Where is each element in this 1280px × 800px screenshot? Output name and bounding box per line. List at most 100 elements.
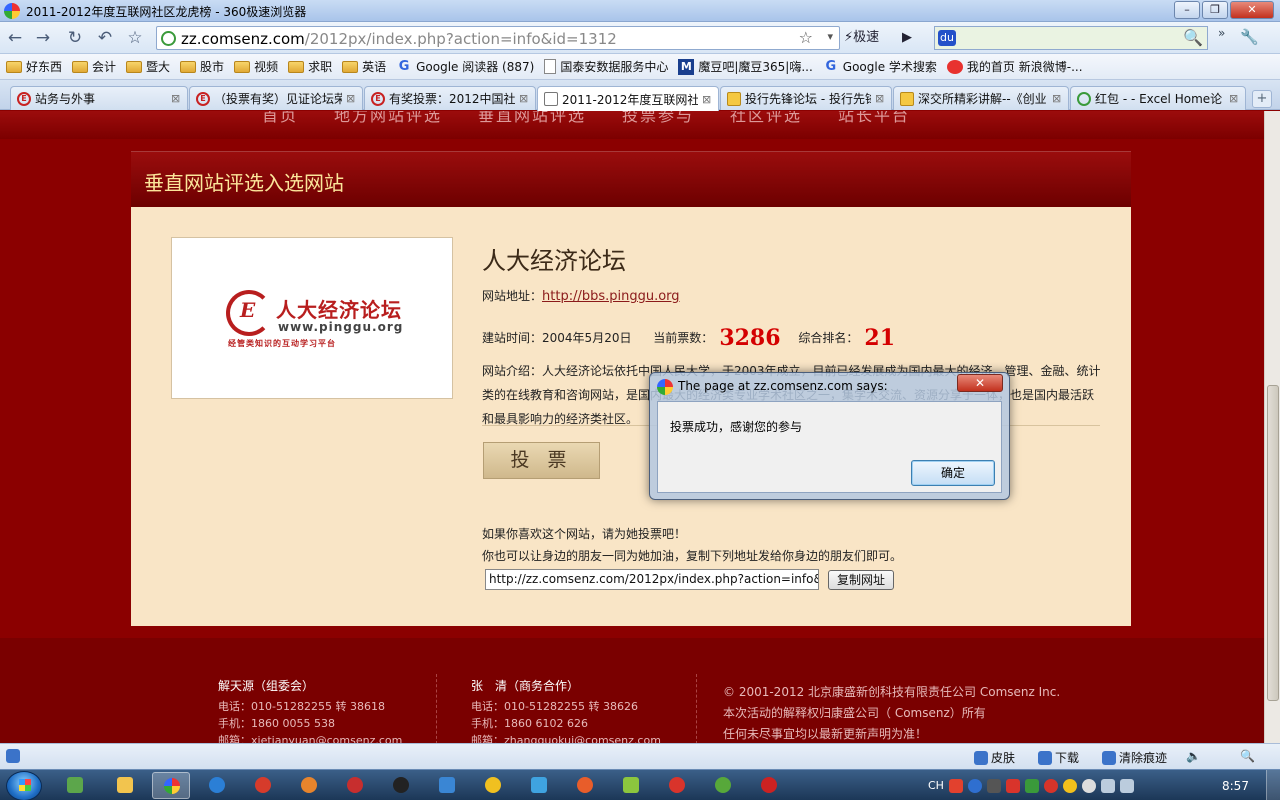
bookmark-item[interactable]: 视频	[234, 58, 278, 75]
app-tray-icon[interactable]	[1043, 778, 1058, 793]
app-icon	[439, 777, 455, 793]
show-desktop-button[interactable]	[1266, 770, 1280, 800]
tab-close-icon[interactable]: ⊠	[171, 92, 181, 105]
taskbar-app[interactable]	[612, 772, 650, 799]
bookmark-item[interactable]: 会计	[72, 58, 116, 75]
vote-button[interactable]: 投 票	[483, 442, 600, 479]
app-icon	[255, 777, 271, 793]
bookmark-item[interactable]: 英语	[342, 58, 386, 75]
bookmark-item[interactable]: G Google 学术搜索	[823, 58, 936, 75]
help-icon[interactable]	[967, 778, 982, 793]
app-icon	[761, 777, 777, 793]
window-controls: – ❐ ✕	[1174, 1, 1274, 19]
taskbar-app[interactable]	[428, 772, 466, 799]
tab-close-icon[interactable]: ⊠	[519, 92, 529, 105]
keyboard-icon[interactable]	[986, 778, 1001, 793]
share-url-input[interactable]: http://zz.comsenz.com/2012px/index.php?a…	[485, 569, 819, 590]
taskbar-app[interactable]	[566, 772, 604, 799]
tab-7[interactable]: 红包 - - Excel Home论 ⊠	[1070, 86, 1246, 110]
taskbar-app[interactable]	[474, 772, 512, 799]
tab-close-icon[interactable]: ⊠	[1229, 92, 1239, 105]
bookmark-item[interactable]: 暨大	[126, 58, 170, 75]
play-icon[interactable]: ▶	[902, 27, 922, 49]
site-nav-links[interactable]: 首页 地方网站评选 垂直网站评选 投票参与 社区评选 站长平台	[262, 111, 910, 126]
app-icon	[669, 777, 685, 793]
search-input[interactable]: du 🔍	[934, 26, 1208, 50]
new-tab-button[interactable]: +	[1252, 90, 1272, 108]
copyright-block: © 2001-2012 北京康盛新创科技有限责任公司 Comsenz Inc. …	[723, 685, 1061, 741]
download-button[interactable]: 下载	[1038, 749, 1079, 766]
taskbar-app[interactable]	[56, 772, 94, 799]
refresh-icon[interactable]: ↻	[64, 27, 86, 49]
network-icon[interactable]	[1100, 778, 1115, 793]
skin-button[interactable]: 皮肤	[974, 749, 1015, 766]
dialog-ok-button[interactable]: 确定	[911, 460, 995, 486]
bookmark-item[interactable]: 求职	[288, 58, 332, 75]
bookmark-item[interactable]: G Google 阅读器 (887)	[396, 58, 535, 75]
speaker-icon[interactable]	[1119, 778, 1134, 793]
tab-3[interactable]: E 有奖投票：2012中国社区 ⊠	[364, 86, 536, 110]
more-chevron-icon[interactable]: »	[1218, 26, 1225, 40]
copy-url-button[interactable]: 复制网址	[828, 570, 894, 590]
tab-close-icon[interactable]: ⊠	[346, 92, 356, 105]
ime-indicator[interactable]: CH	[928, 779, 944, 792]
taskbar-explorer[interactable]	[106, 772, 144, 799]
taskbar-app[interactable]	[520, 772, 558, 799]
statusbar-menu[interactable]	[6, 749, 20, 763]
baidu-engine-icon[interactable]: du	[938, 30, 956, 46]
bookmark-item[interactable]: 我的首页 新浪微博-...	[946, 58, 1083, 75]
scrollbar-thumb[interactable]	[1267, 385, 1279, 701]
bookmark-item[interactable]: 国泰安数据服务中心	[544, 58, 668, 75]
back-arrow-icon[interactable]: ←	[4, 27, 26, 49]
tab-2[interactable]: E （投票有奖）见证论坛荣 ⊠	[189, 86, 363, 110]
minimize-button[interactable]: –	[1174, 1, 1200, 19]
sogou-icon[interactable]	[948, 778, 963, 793]
clear-traces-button[interactable]: 清除痕迹	[1102, 749, 1167, 766]
address-bar[interactable]: zz.comsenz.com/2012px/index.php?action=i…	[156, 26, 840, 50]
tab-5[interactable]: 投行先锋论坛 - 投行先锋 ⊠	[720, 86, 892, 110]
bookmark-star-icon[interactable]: ☆	[799, 28, 813, 47]
system-clock[interactable]: 8:57	[1222, 779, 1249, 793]
taskbar-app[interactable]	[704, 772, 742, 799]
forward-arrow-icon[interactable]: →	[32, 27, 54, 49]
dialog-close-button[interactable]: ✕	[957, 374, 1003, 392]
zoom-icon[interactable]: 🔍	[1240, 749, 1255, 763]
app-tray-icon[interactable]	[1062, 778, 1077, 793]
address-url[interactable]: zz.comsenz.com/2012px/index.php?action=i…	[181, 30, 617, 48]
tab-close-icon[interactable]: ⊠	[1052, 92, 1062, 105]
app-tray-icon[interactable]	[1005, 778, 1020, 793]
maximize-button[interactable]: ❐	[1202, 1, 1228, 19]
taskbar-app[interactable]	[750, 772, 788, 799]
folder-icon	[117, 777, 133, 793]
bookmark-item[interactable]: 好东西	[6, 58, 62, 75]
dialog-body: 投票成功，感谢您的参与 确定	[657, 401, 1002, 493]
taskbar-app[interactable]	[336, 772, 374, 799]
taskbar-app[interactable]	[290, 772, 328, 799]
close-window-button[interactable]: ✕	[1230, 1, 1274, 19]
tab-close-icon[interactable]: ⊠	[875, 92, 885, 105]
speed-mode-button[interactable]: ⚡极速	[844, 26, 894, 50]
page-scrollbar[interactable]	[1264, 111, 1280, 743]
tools-wrench-icon[interactable]: 🔧	[1240, 28, 1259, 46]
shield-icon[interactable]	[1024, 778, 1039, 793]
tab-active[interactable]: 2011-2012年度互联网社 ⊠	[537, 86, 719, 111]
app-tray-icon[interactable]	[1081, 778, 1096, 793]
tab-1[interactable]: E 站务与外事 ⊠	[10, 86, 188, 110]
start-button[interactable]	[6, 771, 42, 800]
taskbar-qq[interactable]	[382, 772, 420, 799]
bookmark-item[interactable]: M 魔豆吧|魔豆365|嗨...	[678, 58, 813, 75]
undo-icon[interactable]: ↶	[94, 27, 116, 49]
volume-icon[interactable]: 🔈	[1186, 749, 1201, 763]
taskbar-ie[interactable]	[198, 772, 236, 799]
tab-close-icon[interactable]: ⊠	[702, 93, 712, 106]
taskbar-360-browser[interactable]	[152, 772, 190, 799]
site-url-link[interactable]: http://bbs.pinggu.org	[542, 289, 680, 304]
taskbar-app[interactable]	[244, 772, 282, 799]
chevron-down-icon[interactable]: ▾	[827, 30, 833, 43]
search-icon[interactable]: 🔍	[1183, 28, 1203, 47]
windows-taskbar: CH 8:57	[0, 769, 1280, 800]
tab-6[interactable]: 深交所精彩讲解--《创业 ⊠	[893, 86, 1069, 110]
favorite-star-icon[interactable]: ☆	[124, 27, 146, 49]
bookmark-item[interactable]: 股市	[180, 58, 224, 75]
taskbar-app[interactable]	[658, 772, 696, 799]
